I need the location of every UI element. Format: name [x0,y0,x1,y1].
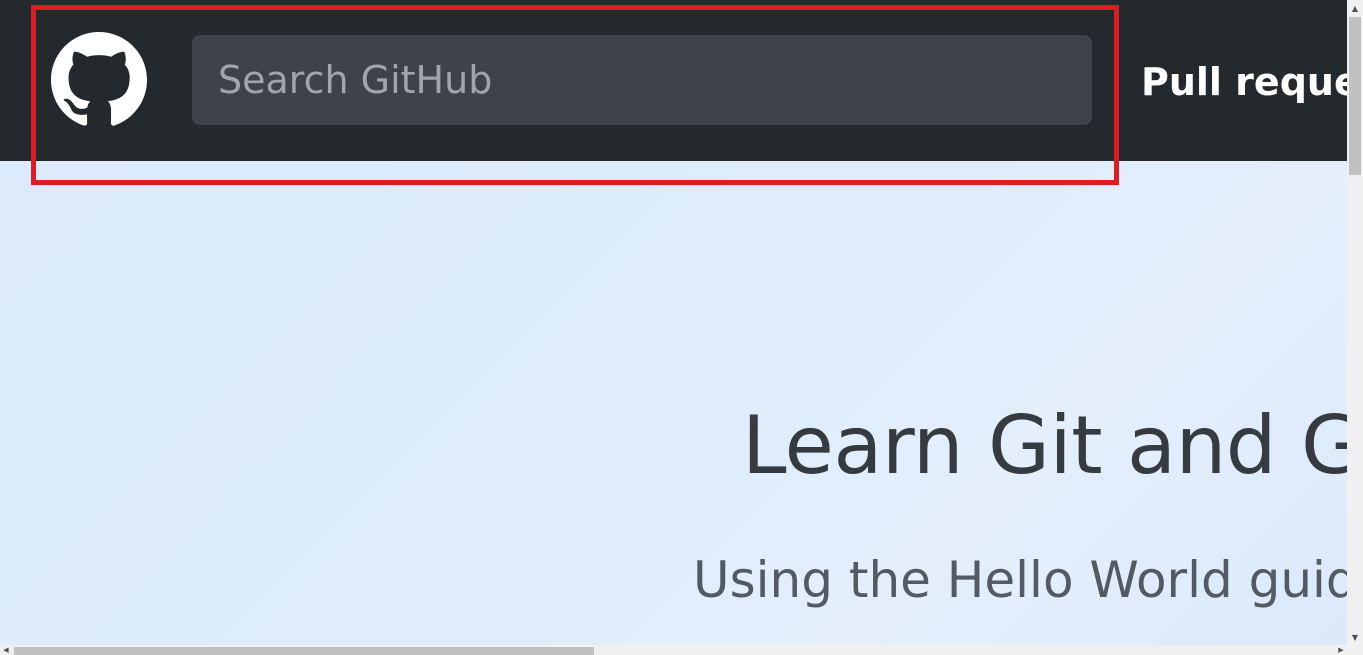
site-header: Pull requests [0,0,1347,161]
scrollbar-corner [1347,645,1363,655]
search-box[interactable] [192,35,1092,125]
scroll-down-icon[interactable]: ▼ [1347,629,1363,645]
scroll-right-icon[interactable]: ▶ [1335,645,1347,655]
nav-link-pull-requests[interactable]: Pull requests [1141,56,1347,108]
page-viewport: Pull requests Learn Git and GitHub witho… [0,0,1347,645]
scroll-left-icon[interactable]: ◀ [0,645,12,655]
hero-title: Learn Git and GitHub without any code! [742,399,1347,492]
horizontal-scrollbar[interactable]: ◀ ▶ [0,645,1347,655]
scroll-up-icon[interactable]: ▲ [1347,0,1363,16]
vertical-scrollbar[interactable]: ▲ ▼ [1347,0,1363,645]
github-logo-icon[interactable] [51,32,147,128]
hero-subtitle: Using the Hello World guide, you’ll star… [693,551,1347,609]
vertical-scroll-thumb[interactable] [1349,17,1361,175]
search-input[interactable] [216,57,1092,103]
horizontal-scroll-thumb[interactable] [14,647,594,655]
